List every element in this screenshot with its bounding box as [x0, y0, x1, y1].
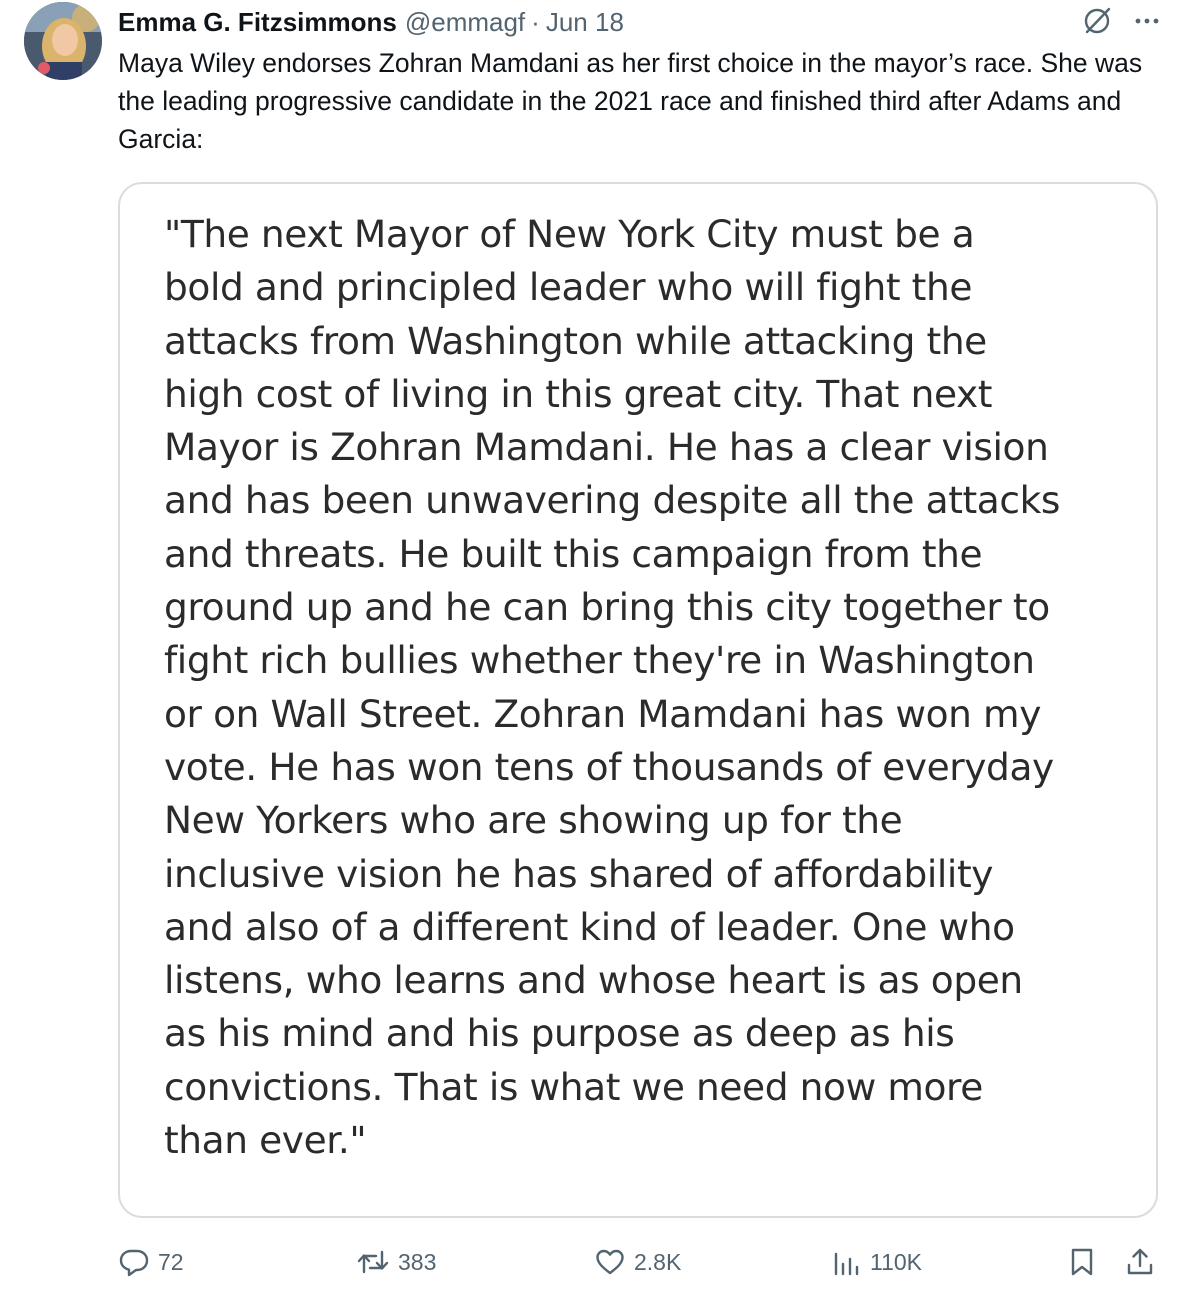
views-icon	[832, 1246, 862, 1278]
author-name[interactable]: Emma G. Fitzsimmons	[118, 7, 397, 38]
reply-icon	[118, 1246, 150, 1278]
repost-icon	[356, 1246, 390, 1278]
quote-line: convictions. That is what we need now mo…	[164, 1064, 983, 1109]
quote-line: vote. He has won tens of thousands of ev…	[164, 744, 1054, 789]
tweet-header: Emma G. Fitzsimmons @emmagf · Jun 18	[118, 4, 624, 40]
reply-count: 72	[158, 1248, 184, 1275]
quote-image-card[interactable]: "The next Mayor of New York City must be…	[118, 182, 1158, 1218]
quote-line: high cost of living in this great city. …	[164, 371, 993, 416]
bookmark-button[interactable]	[1068, 1246, 1096, 1278]
like-icon	[594, 1246, 626, 1278]
quote-line: Mayor is Zohran Mamdani. He has a clear …	[164, 425, 1049, 470]
quote-text: "The next Mayor of New York City must be…	[164, 208, 1139, 1167]
more-icon[interactable]	[1132, 6, 1162, 36]
quote-line: inclusive vision he has shared of afford…	[164, 851, 994, 896]
author-handle[interactable]: @emmagf	[405, 7, 525, 38]
quote-line: bold and principled leader who will figh…	[164, 265, 973, 310]
header-separator: ·	[531, 6, 540, 37]
like-button[interactable]: 2.8K	[594, 1246, 681, 1278]
grok-icon[interactable]	[1082, 6, 1112, 36]
share-button[interactable]	[1124, 1246, 1156, 1278]
quote-line: or on Wall Street. Zohran Mamdani has wo…	[164, 691, 1041, 736]
repost-count: 383	[398, 1248, 437, 1275]
quote-line: fight rich bullies whether they're in Wa…	[164, 638, 1035, 683]
quote-line: than ever."	[164, 1118, 367, 1163]
quote-line: ground up and he can bring this city tog…	[164, 585, 1050, 630]
post-date[interactable]: Jun 18	[546, 7, 624, 38]
avatar[interactable]	[24, 2, 102, 80]
tweet-text: Maya Wiley endorses Zohran Mamdani as he…	[118, 48, 1143, 154]
quote-line: New Yorkers who are showing up for the	[164, 798, 903, 843]
quote-line: as his mind and his purpose as deep as h…	[164, 1011, 955, 1056]
top-right-icons	[1082, 6, 1162, 36]
bookmark-icon	[1068, 1246, 1096, 1278]
quote-line: and threats. He built this campaign from…	[164, 531, 983, 576]
share-icon	[1124, 1246, 1156, 1278]
quote-line: attacks from Washington while attacking …	[164, 318, 987, 363]
views-count: 110K	[870, 1248, 923, 1275]
views-button[interactable]: 110K	[832, 1246, 922, 1278]
quote-line: listens, who learns and whose heart is a…	[164, 958, 1023, 1003]
repost-button[interactable]: 383	[356, 1246, 436, 1278]
like-count: 2.8K	[634, 1248, 682, 1275]
quote-line: and has been unwavering despite all the …	[164, 478, 1061, 523]
quote-line: "The next Mayor of New York City must be…	[164, 212, 975, 256]
reply-button[interactable]: 72	[118, 1246, 184, 1278]
action-bar: 72 383 2.8K 110K	[0, 1240, 1190, 1284]
quote-line: and also of a different kind of leader. …	[164, 904, 1015, 949]
